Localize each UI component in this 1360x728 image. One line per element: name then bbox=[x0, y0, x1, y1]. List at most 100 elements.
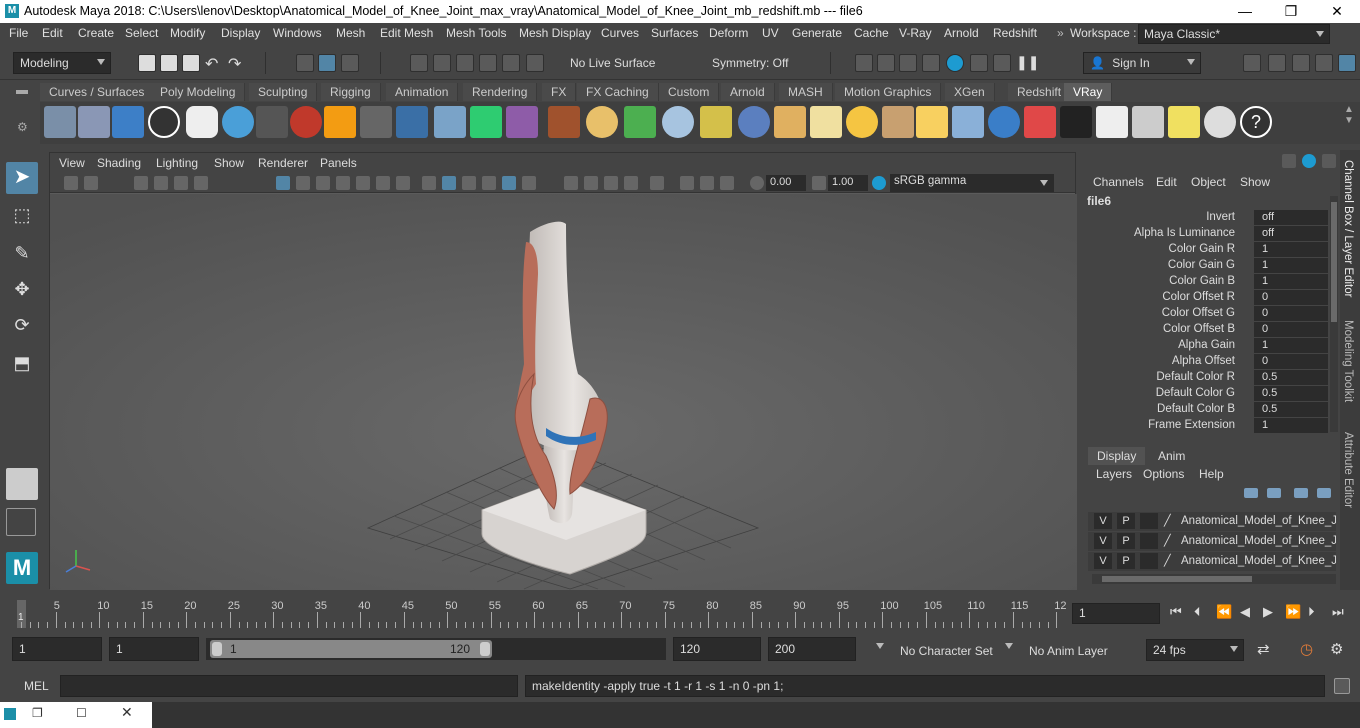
tab-display[interactable]: Display bbox=[1088, 447, 1146, 465]
menu-generate[interactable]: Generate bbox=[792, 26, 842, 40]
snap-curve-icon[interactable] bbox=[433, 54, 451, 72]
menu-windows[interactable]: Windows bbox=[273, 26, 322, 40]
xray-joints-icon[interactable] bbox=[700, 176, 714, 190]
attribute-value[interactable]: 1 bbox=[1254, 258, 1328, 273]
layer-type-toggle[interactable] bbox=[1140, 513, 1158, 529]
smooth-shade-icon[interactable] bbox=[442, 176, 456, 190]
ambient-occlusion-icon[interactable] bbox=[564, 176, 578, 190]
grease-pencil-icon[interactable] bbox=[194, 176, 208, 190]
vray-bulb-icon[interactable] bbox=[1168, 106, 1200, 138]
shelf-tab[interactable]: FX bbox=[542, 83, 577, 101]
vray-camera-icon[interactable] bbox=[256, 106, 288, 138]
attribute-value[interactable]: 0 bbox=[1254, 322, 1328, 337]
vray-cone-icon[interactable] bbox=[434, 106, 466, 138]
vray-blue-sphere-icon[interactable] bbox=[988, 106, 1020, 138]
move-layer-up-icon[interactable] bbox=[1244, 488, 1258, 498]
save-scene-icon[interactable] bbox=[182, 54, 200, 72]
step-back-key-icon[interactable]: ⏪ bbox=[1216, 604, 1232, 620]
shelf-tab[interactable]: Curves / Surfaces bbox=[40, 83, 155, 101]
layers-menu[interactable]: Layers bbox=[1096, 467, 1132, 481]
attribute-value[interactable]: 0.5 bbox=[1254, 386, 1328, 401]
color-management-icon[interactable] bbox=[872, 176, 886, 190]
layer-visibility-toggle[interactable]: V bbox=[1094, 533, 1112, 549]
shelf-scroll-icon[interactable]: ▲ ▼ bbox=[1344, 104, 1354, 126]
layer-row[interactable]: V P ╱ Anatomical_Model_of_Knee_Jc bbox=[1088, 532, 1336, 551]
menu-overflow-icon[interactable]: » bbox=[1057, 26, 1064, 40]
menu-cache[interactable]: Cache bbox=[854, 26, 889, 40]
animation-start-field[interactable]: 1 bbox=[12, 637, 102, 661]
viewport-menu-shading[interactable]: Shading bbox=[97, 156, 141, 170]
attribute-value[interactable]: 1 bbox=[1254, 338, 1328, 353]
wireframe-on-shaded-icon[interactable] bbox=[462, 176, 476, 190]
vray-render-icon[interactable] bbox=[970, 54, 988, 72]
menu-file[interactable]: File bbox=[9, 26, 28, 40]
object-menu[interactable]: Object bbox=[1191, 175, 1226, 189]
sign-in-dropdown[interactable]: 👤 Sign In bbox=[1083, 52, 1201, 74]
vray-ies-icon[interactable] bbox=[882, 106, 914, 138]
modeling-toolkit-icon[interactable] bbox=[1243, 54, 1261, 72]
layer-hscrollbar-thumb[interactable] bbox=[1102, 576, 1252, 582]
animation-end-field[interactable]: 200 bbox=[768, 637, 856, 661]
anim-layer-icon[interactable] bbox=[1005, 643, 1013, 649]
tool-settings-icon[interactable] bbox=[1315, 54, 1333, 72]
current-frame-field[interactable]: 1 bbox=[1072, 603, 1160, 624]
viewport-menu-lighting[interactable]: Lighting bbox=[156, 156, 198, 170]
depth-of-field-icon[interactable] bbox=[624, 176, 638, 190]
maximize-button[interactable]: ❐ bbox=[1268, 0, 1314, 23]
layer-name[interactable]: Anatomical_Model_of_Knee_Jc bbox=[1181, 535, 1336, 547]
character-set-icon[interactable] bbox=[876, 643, 884, 649]
layer-type-toggle[interactable] bbox=[1140, 553, 1158, 569]
attribute-row[interactable]: Color Offset G 0 bbox=[1084, 306, 1329, 322]
film-gate-icon[interactable] bbox=[296, 176, 310, 190]
help-icon[interactable]: ? bbox=[1240, 106, 1272, 138]
ipr-render-icon[interactable] bbox=[899, 54, 917, 72]
shelf-tab[interactable]: Arnold bbox=[721, 83, 775, 101]
maya-m-icon[interactable]: M bbox=[6, 552, 38, 584]
options-menu[interactable]: Options bbox=[1143, 467, 1184, 481]
menu-mesh-tools[interactable]: Mesh Tools bbox=[446, 26, 506, 40]
open-scene-icon[interactable] bbox=[160, 54, 178, 72]
snap-view-icon[interactable] bbox=[479, 54, 497, 72]
bookmark-icon[interactable] bbox=[134, 176, 148, 190]
time-ruler[interactable]: 1 5 10 15 20 25 30 35 40 45 50 55 60 65 70 75 80 85 90 95 1… bbox=[17, 600, 1067, 628]
snap-surface-icon[interactable] bbox=[502, 54, 520, 72]
use-all-lights-icon[interactable] bbox=[502, 176, 516, 190]
vray-fur-icon[interactable] bbox=[624, 106, 656, 138]
vray-lights-icon[interactable] bbox=[78, 106, 110, 138]
range-handle-end-icon[interactable] bbox=[480, 642, 490, 656]
undo-icon[interactable]: ↶ bbox=[205, 54, 223, 73]
attribute-editor-icon[interactable] bbox=[1292, 54, 1310, 72]
attribute-row[interactable]: Alpha Offset 0 bbox=[1084, 354, 1329, 370]
vray-sphere-light-icon[interactable] bbox=[396, 106, 428, 138]
vray-ipr-icon[interactable] bbox=[993, 54, 1011, 72]
exposure-field[interactable]: 0.00 bbox=[766, 175, 806, 191]
menu-redshift[interactable]: Redshift bbox=[993, 26, 1037, 40]
vray-plane-light-icon[interactable] bbox=[360, 106, 392, 138]
3d-scene[interactable]: persp bbox=[50, 194, 1077, 623]
layer-row[interactable]: V P ╱ Anatomical_Model_of_Knee_Jc bbox=[1088, 552, 1336, 571]
tab-anim[interactable]: Anim bbox=[1158, 449, 1185, 463]
safe-action-icon[interactable] bbox=[376, 176, 390, 190]
wireframe-icon[interactable] bbox=[422, 176, 436, 190]
shelf-tab[interactable]: Rendering bbox=[463, 83, 538, 101]
vray-frame-buffer-icon[interactable] bbox=[1096, 106, 1128, 138]
menu-mesh[interactable]: Mesh bbox=[336, 26, 365, 40]
script-editor-icon[interactable] bbox=[1334, 678, 1350, 694]
close-button[interactable]: ✕ bbox=[1314, 0, 1360, 23]
range-bar[interactable]: 1 120 bbox=[206, 638, 666, 660]
attribute-value[interactable]: 1 bbox=[1254, 274, 1328, 289]
side-tab-modeling-toolkit[interactable]: Modeling Toolkit bbox=[1342, 320, 1354, 402]
vray-settings-icon[interactable] bbox=[186, 106, 218, 138]
menu-uv[interactable]: UV bbox=[762, 26, 779, 40]
attribute-value[interactable]: 0 bbox=[1254, 290, 1328, 305]
snap-grid-icon[interactable] bbox=[410, 54, 428, 72]
vray-flag-icon[interactable] bbox=[1024, 106, 1056, 138]
two-d-pan-icon[interactable] bbox=[174, 176, 188, 190]
menu-edit-mesh[interactable]: Edit Mesh bbox=[380, 26, 433, 40]
minimize-button[interactable]: — bbox=[1222, 0, 1268, 23]
attribute-row[interactable]: Default Color R 0.5 bbox=[1084, 370, 1329, 386]
menu-arnold[interactable]: Arnold bbox=[944, 26, 979, 40]
go-to-end-icon[interactable]: ⏭ bbox=[1332, 604, 1344, 620]
new-layer-selected-icon[interactable] bbox=[1317, 488, 1331, 498]
edit-menu[interactable]: Edit bbox=[1156, 175, 1177, 189]
